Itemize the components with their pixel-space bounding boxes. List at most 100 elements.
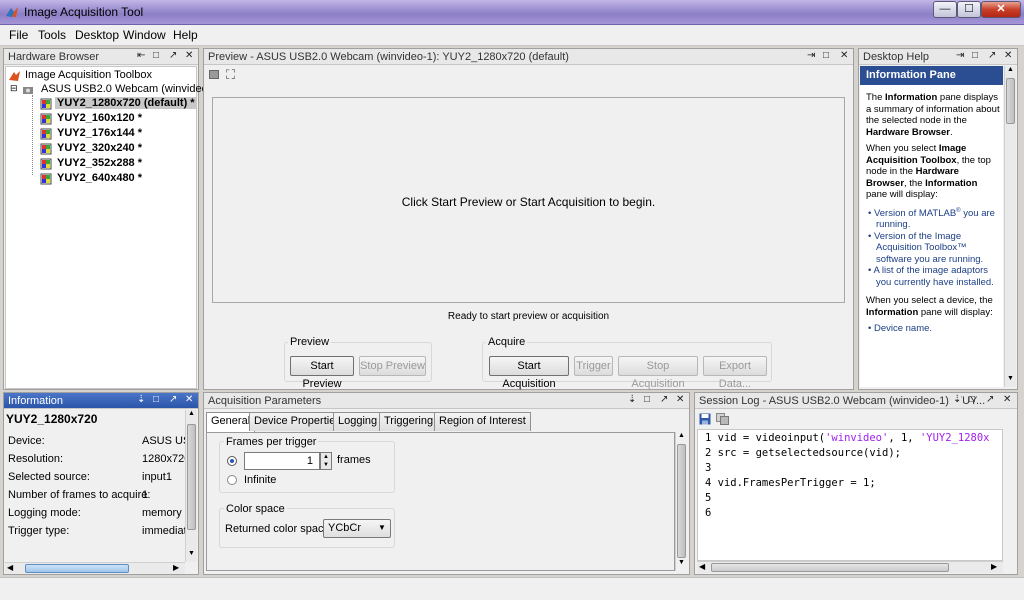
undock-icon[interactable]: ⇥ (807, 50, 815, 61)
menu-window[interactable]: Window (123, 28, 166, 42)
info-vscroll-thumb[interactable] (187, 424, 196, 530)
scroll-up-icon[interactable]: ▲ (1007, 66, 1014, 73)
tab-device-properties[interactable]: Device Properties (249, 412, 346, 431)
scroll-up-icon[interactable]: ▲ (188, 410, 195, 417)
info-hscroll-thumb[interactable] (25, 564, 129, 573)
parameter-tabs: General Device Properties Logging Trigge… (206, 412, 686, 433)
toolbox-icon (9, 71, 20, 81)
session-log-code[interactable]: 1 vid = videoinput('winvideo', 1, 'YUY2_… (697, 429, 1003, 561)
popout-icon[interactable]: ↗ (660, 394, 668, 405)
acquisition-parameters-panel: Acquisition Parameters ⇣ □ ↗ ✕ General D… (203, 392, 690, 575)
save-icon[interactable] (699, 413, 711, 425)
menu-file[interactable]: File (9, 28, 28, 42)
maximize-pane-icon[interactable]: □ (969, 394, 975, 405)
infinite-radio[interactable] (227, 475, 237, 485)
preview-title: Preview - ASUS USB2.0 Webcam (winvideo-1… (208, 51, 569, 63)
start-acquisition-button[interactable]: Start Acquisition (489, 356, 569, 390)
general-tab-content: Frames per trigger 1 ▲ ▼ frames Infinite … (206, 432, 675, 571)
copy-icon[interactable] (716, 413, 729, 425)
tab-general[interactable]: General (206, 412, 256, 432)
dock-icon[interactable]: ⇣ (950, 394, 962, 405)
dock-icon[interactable]: ⇣ (137, 394, 145, 405)
params-scroll-thumb[interactable] (677, 444, 686, 558)
trigger-button[interactable]: Trigger (574, 356, 613, 376)
tree-format[interactable]: YUY2_160x120 * (57, 112, 142, 124)
close-window-button[interactable]: ✕ (981, 1, 1021, 18)
close-pane-icon[interactable]: ✕ (676, 394, 684, 405)
frames-spinner[interactable]: ▲ ▼ (320, 452, 332, 470)
tree-device[interactable]: ASUS USB2.0 Webcam (winvideo-1) (41, 83, 221, 95)
stop-toolbar-icon[interactable] (209, 70, 219, 79)
scroll-left-icon[interactable]: ◀ (699, 562, 705, 571)
scroll-up-icon[interactable]: ▲ (678, 432, 685, 439)
export-data-button[interactable]: Export Data... (703, 356, 767, 390)
close-pane-icon[interactable]: ✕ (840, 50, 848, 61)
information-panel: Information ⇣ □ ↗ ✕ YUY2_1280x720 Device… (3, 392, 199, 575)
info-vscrollbar[interactable]: ▲ ▼ (185, 410, 197, 562)
window-title: Image Acquisition Tool (24, 5, 144, 19)
scroll-down-icon[interactable]: ▼ (678, 559, 685, 566)
close-pane-icon[interactable]: ✕ (1004, 50, 1012, 61)
scroll-left-icon[interactable]: ◀ (7, 563, 13, 572)
maximize-pane-icon[interactable]: □ (823, 50, 829, 61)
help-text: The Information pane displays a summary … (866, 92, 1000, 335)
format-icon (40, 98, 52, 110)
help-scrollbar[interactable]: ▲ ▼ (1004, 66, 1016, 387)
maximize-pane-icon[interactable]: □ (972, 50, 978, 61)
menu-help[interactable]: Help (173, 28, 198, 42)
maximize-pane-icon[interactable]: □ (153, 50, 159, 61)
close-pane-icon[interactable]: ✕ (1003, 394, 1011, 405)
scroll-down-icon[interactable]: ▼ (1007, 375, 1014, 382)
color-space-select[interactable]: YCbCr ▼ (323, 519, 391, 538)
minimize-button[interactable]: — (933, 1, 957, 18)
tab-logging[interactable]: Logging (333, 412, 383, 431)
log-hscrollbar[interactable]: ◀ ▶ (697, 561, 1003, 573)
tab-region-of-interest[interactable]: Region of Interest (434, 412, 531, 431)
format-icon (40, 113, 52, 125)
stop-acquisition-button[interactable]: Stop Acquisition (618, 356, 698, 390)
info-value: 1280x720 (142, 453, 185, 465)
code-lines: 1 vid = videoinput('winvideo', 1, 'YUY2_… (705, 432, 990, 519)
params-scrollbar[interactable]: ▲ ▼ (675, 432, 687, 571)
start-preview-button[interactable]: Start Preview (290, 356, 354, 390)
tree-format[interactable]: YUY2_320x240 * (57, 142, 142, 154)
frames-radio-selected[interactable] (227, 456, 237, 466)
popout-icon[interactable]: ↗ (169, 50, 177, 61)
collapse-icon[interactable]: ⊟ (10, 83, 18, 94)
tree-format[interactable]: YUY2_352x288 * (57, 157, 142, 169)
session-log-title: Session Log - ASUS USB2.0 Webcam (winvid… (699, 395, 986, 407)
menu-tools[interactable]: Tools (38, 28, 66, 42)
log-hscroll-thumb[interactable] (711, 563, 949, 572)
undock-icon[interactable]: ⇥ (956, 50, 964, 61)
fit-window-icon[interactable]: ⛶ (226, 67, 235, 83)
undock-icon[interactable]: ⇤ (137, 50, 145, 61)
popout-icon[interactable]: ↗ (986, 394, 994, 405)
maximize-pane-icon[interactable]: □ (644, 394, 650, 405)
close-pane-icon[interactable]: ✕ (185, 50, 193, 61)
info-label: Logging mode: (8, 507, 81, 519)
tree-root-toolbox[interactable]: Image Acquisition Toolbox (25, 69, 152, 81)
infinite-label: Infinite (244, 474, 277, 486)
tree-format-selected[interactable]: YUY2_1280x720 (default) * (55, 97, 197, 109)
stop-preview-button[interactable]: Stop Preview (359, 356, 426, 376)
tree-format[interactable]: YUY2_640x480 * (57, 172, 142, 184)
scroll-right-icon[interactable]: ▶ (991, 562, 997, 571)
help-scroll-thumb[interactable] (1006, 78, 1015, 124)
menu-desktop[interactable]: Desktop (75, 28, 119, 42)
info-hscrollbar[interactable]: ◀ ▶ (5, 562, 185, 574)
popout-icon[interactable]: ↗ (988, 50, 996, 61)
frames-input[interactable]: 1 (244, 452, 320, 470)
tree-format[interactable]: YUY2_176x144 * (57, 127, 142, 139)
maximize-pane-icon[interactable]: □ (153, 394, 159, 405)
preview-message: Click Start Preview or Start Acquisition… (401, 195, 656, 209)
hardware-browser-panel: Hardware Browser ⇤ □ ↗ ✕ Image Acquisiti… (3, 48, 221, 390)
information-format: YUY2_1280x720 (6, 412, 98, 426)
popout-icon[interactable]: ↗ (169, 394, 177, 405)
color-space-group-label: Color space (224, 503, 287, 515)
dock-icon[interactable]: ⇣ (628, 394, 636, 405)
close-pane-icon[interactable]: ✕ (185, 394, 193, 405)
tab-triggering[interactable]: Triggering (379, 412, 439, 431)
scroll-down-icon[interactable]: ▼ (188, 550, 195, 557)
scroll-right-icon[interactable]: ▶ (173, 563, 179, 572)
maximize-button[interactable]: ☐ (957, 1, 981, 18)
